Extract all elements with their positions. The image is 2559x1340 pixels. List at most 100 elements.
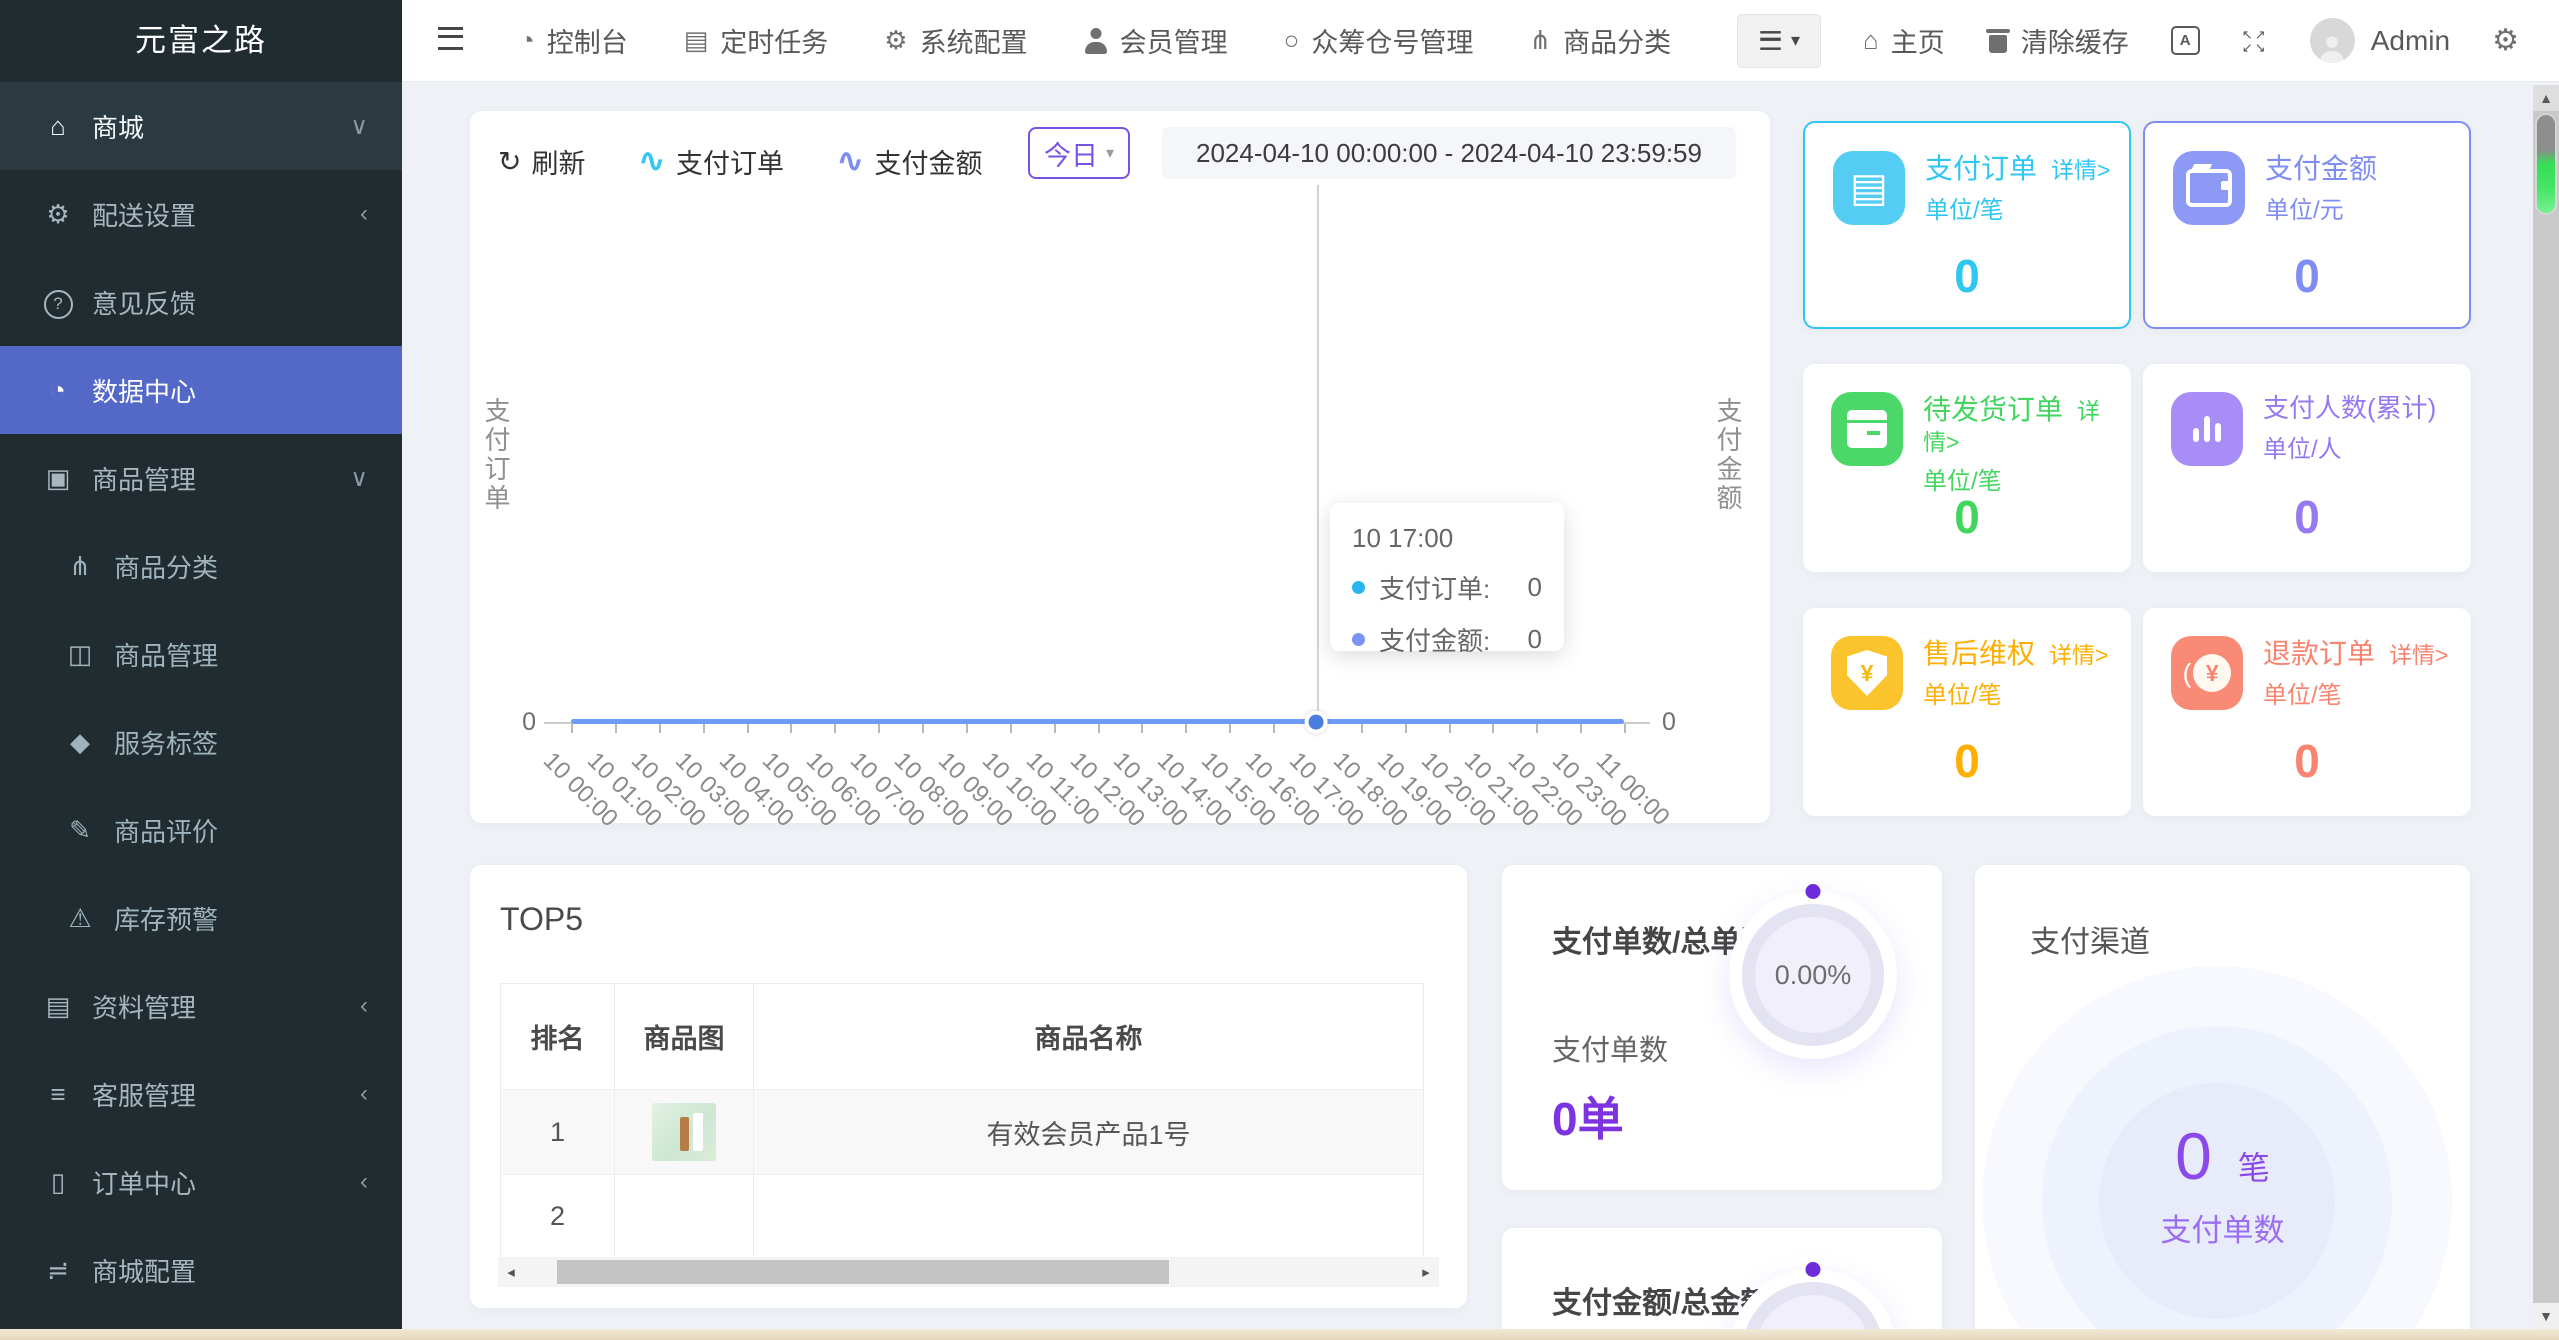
sidebar-subitem-product-category[interactable]: ⋔ 商品分类 bbox=[0, 522, 402, 610]
tooltip-title: 10 17:00 bbox=[1352, 523, 1454, 553]
sidebar-item-product-management[interactable]: ▣ 商品管理 ∨ bbox=[0, 434, 402, 522]
sidebar-item-feedback[interactable]: ? 意见反馈 bbox=[0, 258, 402, 346]
nav-item-label: 系统配置 bbox=[919, 28, 1028, 58]
nav-item-crowdfunding-management[interactable]: ○ 众筹仓号管理 bbox=[1284, 21, 1474, 60]
warning-icon: ⚠ bbox=[68, 902, 92, 933]
chart-tooltip: 10 17:00 支付订单: 0 支付金额: 0 bbox=[1330, 503, 1564, 656]
shield-yen-icon: ¥ bbox=[1831, 636, 1903, 710]
detail-link[interactable]: 详情> bbox=[2389, 642, 2448, 668]
name-cell bbox=[753, 1174, 1424, 1259]
stat-unit: 单位/元 bbox=[2265, 197, 2344, 225]
nav-item-scheduled-tasks[interactable]: ▤ 定时任务 bbox=[684, 21, 829, 60]
sidebar-item-customer-service[interactable]: ≡ 客服管理 ‹ bbox=[0, 1050, 402, 1138]
chevron-left-icon: ‹ bbox=[360, 200, 368, 227]
x-axis-tick bbox=[790, 724, 793, 733]
stat-value: 0 bbox=[1954, 735, 1980, 787]
stat-value: 0 bbox=[2294, 735, 2320, 787]
stat-title: 退款订单 bbox=[2263, 638, 2376, 669]
shopping-bag-icon: ◫ bbox=[67, 638, 93, 669]
sidebar-item-delivery-settings[interactable]: ⚙ 配送设置 ‹ bbox=[0, 170, 402, 258]
translate-button[interactable]: A bbox=[2170, 26, 2200, 55]
stat-meta: 待发货订单 详情> 单位/笔 bbox=[1923, 392, 2115, 497]
sidebar-subitem-product-reviews[interactable]: ✎ 商品评价 bbox=[0, 786, 402, 874]
settings-button[interactable]: ⚙ bbox=[2492, 23, 2519, 58]
stat-card-pay-amount[interactable]: 支付金额 单位/元 0 bbox=[2143, 121, 2471, 329]
nav-item-console[interactable]: ◔ 控制台 bbox=[519, 21, 628, 60]
scrollbar-thumb[interactable] bbox=[2535, 113, 2557, 215]
stat-card-pending-shipment[interactable]: 待发货订单 详情> 单位/笔 0 bbox=[1803, 364, 2131, 572]
top5-title: TOP5 bbox=[500, 901, 583, 937]
avatar[interactable] bbox=[2309, 18, 2355, 63]
file-icon: ▯ bbox=[50, 1166, 66, 1197]
fullscreen-button[interactable]: ↖ ↗ ↙ ↘ bbox=[2242, 28, 2268, 54]
ratio-label: 支付单数 bbox=[1552, 1035, 1669, 1067]
image-cell bbox=[614, 1174, 754, 1259]
sidebar-item-material-management[interactable]: ▤ 资料管理 ‹ bbox=[0, 962, 402, 1050]
sidebar-item-label: 商品分类 bbox=[114, 552, 219, 583]
sidebar-item-order-center[interactable]: ▯ 订单中心 ‹ bbox=[0, 1138, 402, 1226]
stat-meta: 退款订单 详情> 单位/笔 bbox=[2263, 636, 2455, 712]
x-axis-tick bbox=[1360, 724, 1363, 733]
x-axis-tick bbox=[1185, 724, 1188, 733]
menu-dropdown-button[interactable]: ▾ bbox=[1737, 13, 1821, 68]
scroll-left-button[interactable]: ◂ bbox=[498, 1257, 524, 1287]
nav-item-home[interactable]: ⌂ 主页 bbox=[1863, 21, 1945, 60]
sidebar-item-mall[interactable]: ⌂ 商城 ∨ bbox=[0, 82, 402, 170]
caret-down-icon: ▾ bbox=[1790, 30, 1801, 50]
stat-card-refund-orders[interactable]: (¥ 退款订单 详情> 单位/笔 0 bbox=[2143, 608, 2471, 816]
user-icon bbox=[1084, 28, 1108, 54]
nav-item-label: 控制台 bbox=[546, 28, 628, 58]
x-axis-tick bbox=[922, 724, 924, 733]
sitemap-icon: ⋔ bbox=[69, 550, 91, 581]
nav-item-clear-cache[interactable]: 清除缓存 bbox=[1985, 21, 2129, 60]
package-icon bbox=[1831, 392, 1903, 466]
sidebar-item-mall-config[interactable]: ≓ 商城配置 bbox=[0, 1226, 402, 1314]
vertical-scrollbar[interactable]: ▲ ▼ bbox=[2533, 85, 2559, 1329]
sidebar-item-label: 商城配置 bbox=[92, 1256, 197, 1287]
question-icon: ? bbox=[38, 285, 78, 319]
channel-label: 支付单数 bbox=[2160, 1213, 2285, 1248]
sidebar-subitem-service-tags[interactable]: ◆ 服务标签 bbox=[0, 698, 402, 786]
stat-card-after-sales[interactable]: ¥ 售后维权 详情> 单位/笔 0 bbox=[1803, 608, 2131, 816]
scroll-right-button[interactable]: ▸ bbox=[1413, 1257, 1439, 1287]
stat-value: 0 bbox=[1954, 250, 1980, 302]
scroll-up-button[interactable]: ▲ bbox=[2533, 85, 2559, 111]
tooltip-value: 0 bbox=[1527, 572, 1542, 602]
nav-item-label: 众筹仓号管理 bbox=[1311, 28, 1474, 58]
gauge-percent: 0.00% bbox=[1774, 959, 1852, 990]
scrollbar-thumb[interactable] bbox=[557, 1260, 1169, 1284]
stat-value: 0 bbox=[2294, 491, 2320, 543]
scrollbar-track[interactable] bbox=[524, 1257, 1413, 1287]
sitemap-icon: ⋔ bbox=[1529, 25, 1552, 55]
trash-icon bbox=[1985, 28, 2010, 54]
table-row[interactable]: 1 有效会员产品1号 bbox=[500, 1089, 1424, 1175]
sidebar-item-label: 商品管理 bbox=[92, 464, 197, 495]
horizontal-scrollbar[interactable]: ◂ ▸ bbox=[498, 1257, 1439, 1287]
x-axis-tick bbox=[1097, 724, 1100, 733]
sidebar-item-label: 商城 bbox=[92, 112, 145, 143]
stat-card-pay-orders[interactable]: ▤ 支付订单 详情> 单位/笔 0 bbox=[1803, 121, 2131, 329]
detail-link[interactable]: 详情> bbox=[2049, 642, 2108, 668]
sidebar-item-label: 资料管理 bbox=[92, 992, 197, 1023]
x-axis-tick bbox=[658, 724, 661, 733]
sidebar-subitem-stock-warning[interactable]: ⚠ 库存预警 bbox=[0, 874, 402, 962]
sidebar-toggle-button[interactable] bbox=[438, 26, 463, 55]
nav-item-label: 清除缓存 bbox=[2020, 28, 2129, 58]
nav-item-product-category[interactable]: ⋔ 商品分类 bbox=[1529, 21, 1671, 60]
stat-card-paying-users[interactable]: 支付人数(累计) 单位/人 0 bbox=[2143, 364, 2471, 572]
username[interactable]: Admin bbox=[2371, 25, 2450, 57]
x-axis-tick bbox=[834, 724, 837, 733]
nav-item-system-config[interactable]: ⚙ 系统配置 bbox=[884, 21, 1027, 60]
scroll-down-button[interactable]: ▼ bbox=[2533, 1303, 2559, 1329]
top-navbar: ◔ 控制台 ▤ 定时任务 ⚙ 系统配置 会员管理 ○ 众筹仓号管理 ⋔ 商品分类… bbox=[402, 0, 2559, 82]
name-cell: 有效会员产品1号 bbox=[753, 1089, 1424, 1175]
server-icon: ▤ bbox=[683, 25, 709, 55]
x-axis-tick bbox=[1492, 724, 1495, 733]
nav-item-member-management[interactable]: 会员管理 bbox=[1084, 21, 1228, 60]
top5-panel: TOP5 排名 商品图 商品名称 1 有效会员产品1号 2 ◂ ▸ bbox=[470, 865, 1467, 1308]
sidebar-subitem-product-management[interactable]: ◫ 商品管理 bbox=[0, 610, 402, 698]
table-row[interactable]: 2 bbox=[500, 1174, 1424, 1259]
sidebar-item-data-center[interactable]: ◔ 数据中心 bbox=[0, 346, 402, 434]
detail-link[interactable]: 详情> bbox=[2051, 157, 2110, 183]
sidebar-item-label: 配送设置 bbox=[92, 200, 197, 231]
